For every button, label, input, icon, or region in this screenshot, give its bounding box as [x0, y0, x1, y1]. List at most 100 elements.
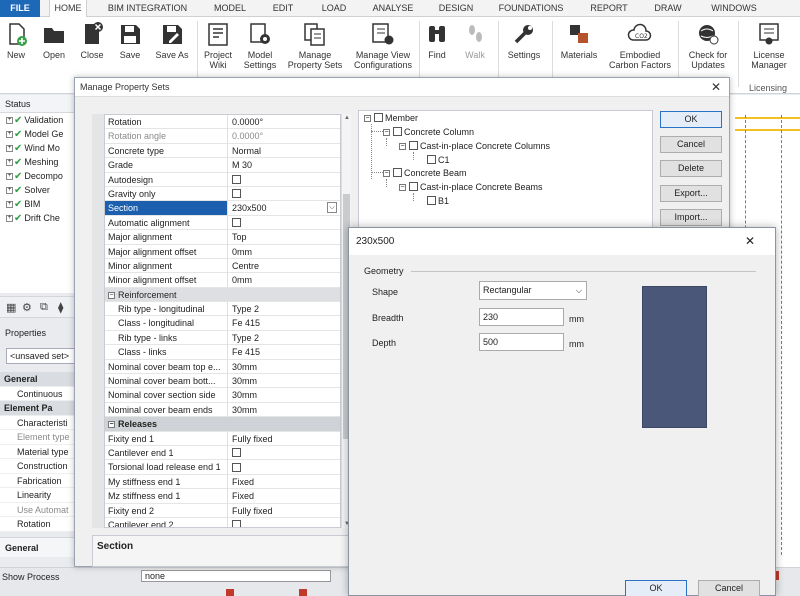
- new-button[interactable]: New: [2, 19, 30, 79]
- walk-button[interactable]: Walk: [460, 19, 490, 79]
- checkbox[interactable]: [232, 520, 241, 527]
- tree-node-cast-in-place-beams[interactable]: − Cast-in-place Concrete Beams: [399, 181, 543, 194]
- property-value[interactable]: 30mm: [229, 374, 339, 388]
- manage-property-sets-button[interactable]: Manage Property Sets: [284, 19, 346, 79]
- collapse-icon[interactable]: −: [399, 143, 406, 151]
- property-value[interactable]: Type 2: [229, 302, 339, 316]
- tree-node-c1[interactable]: C1: [427, 154, 450, 167]
- property-row[interactable]: Fixity end 1 Fully fixed: [105, 431, 340, 446]
- property-row[interactable]: Element type: [0, 430, 76, 445]
- property-value[interactable]: [229, 460, 339, 474]
- property-row[interactable]: Fabrication: [0, 474, 76, 488]
- tree-node-member[interactable]: − Member: [364, 112, 418, 125]
- checkbox[interactable]: [409, 141, 418, 151]
- close-icon[interactable]: ✕: [711, 78, 721, 97]
- tab-file[interactable]: FILE: [0, 0, 40, 17]
- property-row[interactable]: − Reinforcement: [105, 287, 340, 303]
- export-button[interactable]: Export...: [660, 185, 722, 202]
- property-value[interactable]: [229, 187, 339, 201]
- checkbox[interactable]: [409, 182, 418, 192]
- property-row[interactable]: Cantilever end 2: [105, 517, 340, 527]
- tab-home[interactable]: HOME: [49, 0, 87, 18]
- expand-icon[interactable]: +: [6, 201, 13, 209]
- status-item[interactable]: + ✔ Drift Che: [0, 211, 76, 225]
- expand-icon[interactable]: +: [6, 215, 13, 223]
- check-for-updates-button[interactable]: Check for Updates: [682, 19, 734, 79]
- property-row[interactable]: Nominal cover section side 30mm: [105, 388, 340, 403]
- grid-view-icon[interactable]: ▦: [6, 301, 16, 314]
- property-row[interactable]: Rotation 0.0000°: [105, 115, 340, 130]
- property-row[interactable]: Grade M 30: [105, 158, 340, 173]
- property-row[interactable]: Linearity: [0, 488, 76, 503]
- checkbox[interactable]: [232, 462, 241, 472]
- tab-report[interactable]: REPORT: [583, 0, 635, 17]
- property-value[interactable]: [229, 173, 339, 187]
- checkbox[interactable]: [427, 155, 436, 165]
- property-value[interactable]: Fe 415: [229, 345, 339, 359]
- model-settings-button[interactable]: Model Settings: [240, 19, 280, 79]
- property-value[interactable]: Fully fixed: [229, 432, 339, 446]
- property-row[interactable]: Fixity end 2 Fully fixed: [105, 503, 340, 518]
- checkbox[interactable]: [393, 168, 402, 178]
- property-value[interactable]: Type 2: [229, 331, 339, 345]
- property-row[interactable]: Major alignment offset 0mm: [105, 244, 340, 259]
- depth-input[interactable]: 500: [479, 333, 564, 351]
- save-button[interactable]: Save: [116, 19, 144, 79]
- property-value[interactable]: Fe 415: [229, 316, 339, 330]
- tab-model[interactable]: MODEL: [205, 0, 255, 17]
- delete-button[interactable]: Delete: [660, 160, 722, 177]
- cancel-button[interactable]: Cancel: [660, 136, 722, 153]
- property-row[interactable]: Nominal cover beam bott... 30mm: [105, 374, 340, 389]
- property-value[interactable]: Top: [229, 230, 339, 244]
- lock-icon[interactable]: ⧫: [58, 301, 63, 314]
- property-row[interactable]: Rib type - longitudinal Type 2: [105, 302, 340, 317]
- tab-bim-integration[interactable]: BIM INTEGRATION: [100, 0, 195, 17]
- expand-icon[interactable]: +: [6, 173, 13, 181]
- close-icon[interactable]: ✕: [745, 228, 755, 255]
- checkbox[interactable]: [232, 217, 241, 227]
- property-row[interactable]: − Releases: [105, 417, 340, 432]
- filter-icon[interactable]: ⚙: [22, 301, 32, 314]
- tab-draw[interactable]: DRAW: [648, 0, 688, 17]
- property-row[interactable]: Material type: [0, 445, 76, 459]
- property-value[interactable]: 0.0000°: [229, 129, 339, 143]
- ok-button[interactable]: OK: [660, 111, 722, 128]
- property-row[interactable]: Characteristi: [0, 416, 76, 430]
- status-item[interactable]: + ✔ Decompo: [0, 169, 76, 183]
- section-cancel-button[interactable]: Cancel: [698, 580, 760, 596]
- tab-analyse[interactable]: ANALYSE: [366, 0, 420, 17]
- shape-select[interactable]: Rectangular ⌵: [479, 281, 587, 300]
- property-set-selector[interactable]: <unsaved set>: [6, 348, 76, 364]
- property-row[interactable]: Nominal cover beam ends 30mm: [105, 402, 340, 418]
- find-button[interactable]: Find: [422, 19, 452, 79]
- property-value[interactable]: [229, 446, 339, 460]
- section-ok-button[interactable]: OK: [625, 580, 687, 596]
- property-row[interactable]: Nominal cover beam top e... 30mm: [105, 359, 340, 375]
- property-row[interactable]: Section 230x500 ⌵: [105, 201, 340, 216]
- collapse-icon[interactable]: −: [383, 129, 390, 137]
- property-row[interactable]: Rotation: [0, 517, 76, 532]
- property-value[interactable]: 0mm: [229, 273, 339, 287]
- checkbox[interactable]: [232, 189, 241, 199]
- property-row[interactable]: Class - links Fe 415: [105, 345, 340, 360]
- property-value[interactable]: 30mm: [229, 360, 339, 374]
- expand-icon[interactable]: +: [6, 145, 13, 153]
- property-value[interactable]: Normal: [229, 144, 339, 158]
- import-button[interactable]: Import...: [660, 209, 722, 226]
- tab-foundations[interactable]: FOUNDATIONS: [495, 0, 567, 17]
- project-wiki-button[interactable]: Project Wiki: [199, 19, 237, 79]
- tab-edit[interactable]: EDIT: [263, 0, 303, 17]
- collapse-icon[interactable]: −: [108, 291, 115, 299]
- copy-icon[interactable]: ⧉: [40, 301, 48, 314]
- property-row[interactable]: Minor alignment Centre: [105, 258, 340, 274]
- embodied-carbon-factors-button[interactable]: CO2 Embodied Carbon Factors: [606, 19, 674, 79]
- manage-view-configurations-button[interactable]: Manage View Configurations: [350, 19, 416, 79]
- property-row[interactable]: Concrete type Normal: [105, 143, 340, 159]
- expand-icon[interactable]: +: [6, 117, 13, 125]
- property-row[interactable]: Rotation angle 0.0000°: [105, 129, 340, 144]
- status-item[interactable]: + ✔ Solver: [0, 183, 76, 197]
- property-category[interactable]: Element Pa: [0, 401, 76, 416]
- materials-button[interactable]: Materials: [556, 19, 602, 79]
- status-item[interactable]: + ✔ Validation: [0, 113, 76, 127]
- property-row[interactable]: Mz stiffness end 1 Fixed: [105, 489, 340, 504]
